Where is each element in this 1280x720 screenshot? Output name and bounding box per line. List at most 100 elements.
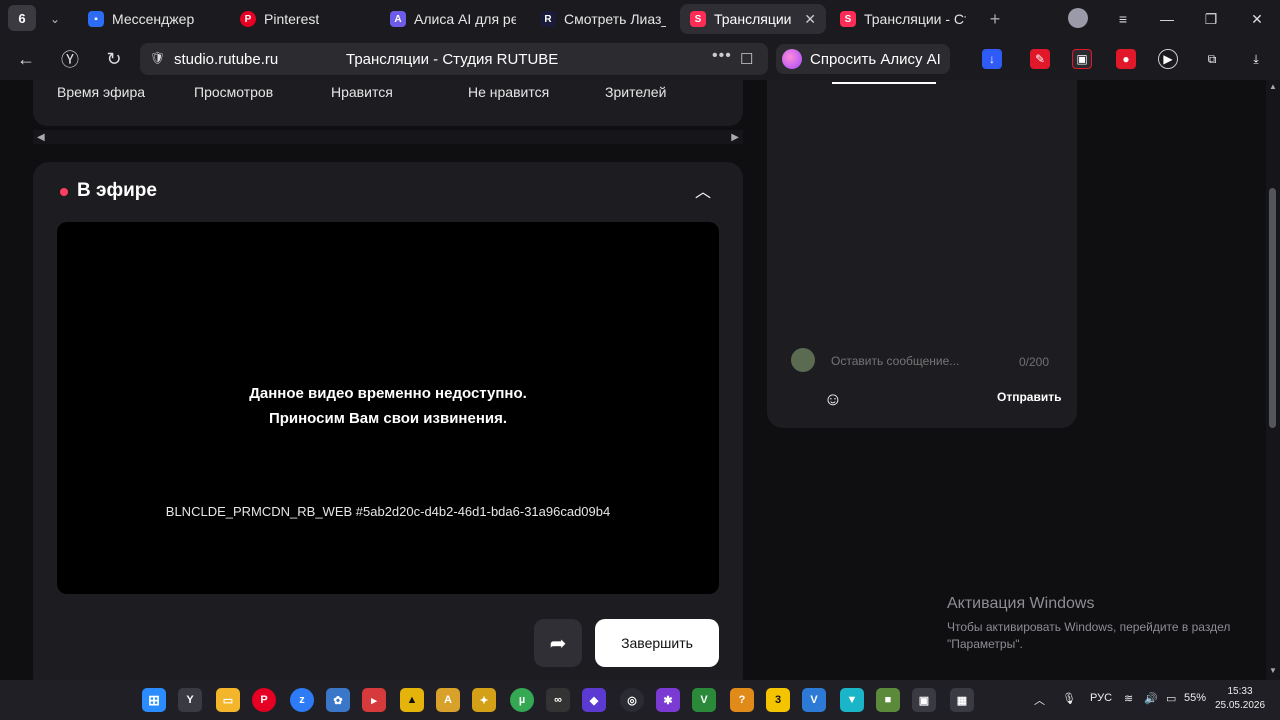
- scroll-right-arrow-icon[interactable]: ▶: [731, 132, 739, 143]
- yandex-logo-icon[interactable]: Ⓨ: [58, 48, 82, 70]
- calculator-icon[interactable]: ▦: [950, 688, 974, 712]
- close-window-icon[interactable]: ✕: [1246, 8, 1268, 30]
- app-yellow-icon[interactable]: 3: [766, 688, 790, 712]
- vertical-scrollbar[interactable]: ▲ ▼: [1266, 80, 1280, 680]
- tab-rutube-studio-active[interactable]: S Трансляции - С ✕: [680, 4, 826, 34]
- browser-toolbar: ← Ⓨ ↻ 🛡 studio.rutube.ru Трансляции - Ст…: [0, 38, 1280, 80]
- rutube-studio-icon: S: [690, 11, 706, 27]
- scroll-left-arrow-icon[interactable]: ◀: [37, 132, 45, 143]
- download-extension-icon[interactable]: ↓: [982, 49, 1002, 69]
- ask-alisa-button[interactable]: Спросить Алису AI: [776, 44, 950, 74]
- tab-counter-button[interactable]: 6: [8, 5, 36, 31]
- extension-red-icon[interactable]: ✎: [1030, 49, 1050, 69]
- chat-message-input[interactable]: [831, 354, 1001, 368]
- stat-header-viewers: Зрителей: [605, 84, 667, 100]
- file-explorer-icon[interactable]: ▭: [216, 688, 240, 712]
- horizontal-scrollbar[interactable]: ◀ ▶: [33, 130, 743, 144]
- scrollbar-thumb[interactable]: [1269, 188, 1276, 428]
- minimize-icon[interactable]: —: [1156, 8, 1178, 30]
- ask-alisa-label: Спросить Алису AI: [810, 50, 941, 68]
- finish-stream-button[interactable]: Завершить: [595, 619, 719, 667]
- extension-screenshot-icon[interactable]: ▣: [1072, 49, 1092, 69]
- windows-taskbar: ⊞ Y ▭ P z ✿ ▸ ▲ A ✦ µ ∞ ◆ ◎ ✱ V ? 3 V ▼ …: [0, 680, 1280, 720]
- tab-label: Pinterest: [264, 11, 320, 27]
- close-icon[interactable]: ✕: [804, 11, 816, 28]
- app-mask-icon[interactable]: ∞: [546, 688, 570, 712]
- windows-start-icon[interactable]: ⊞: [142, 688, 166, 712]
- tab-rutube-studio[interactable]: S Трансляции - Сту: [830, 4, 976, 34]
- utorrent-icon[interactable]: µ: [510, 688, 534, 712]
- alisa-icon: A: [390, 11, 406, 27]
- app-violet-icon[interactable]: ✱: [656, 688, 680, 712]
- player-error-message: Данное видео временно недоступно.: [249, 385, 527, 402]
- app-purple-icon[interactable]: ◆: [582, 688, 606, 712]
- tray-chevron-up-icon[interactable]: ︿: [1034, 692, 1045, 708]
- app-circle-icon[interactable]: ◎: [620, 688, 644, 712]
- new-tab-plus-icon[interactable]: +: [984, 8, 1006, 30]
- zoom-icon[interactable]: z: [290, 688, 314, 712]
- language-indicator[interactable]: РУС: [1090, 692, 1112, 704]
- wifi-icon[interactable]: ≋: [1124, 692, 1133, 705]
- alisa-taskbar-icon[interactable]: A: [436, 688, 460, 712]
- battery-icon[interactable]: ▭: [1166, 692, 1176, 705]
- app-blue-icon[interactable]: ✿: [326, 688, 350, 712]
- rutube-r-icon: R: [540, 11, 556, 27]
- system-clock[interactable]: 15:33 25.05.2026: [1210, 685, 1270, 713]
- tab-label: Трансляции - С: [714, 11, 792, 27]
- video-play-icon[interactable]: ▶: [1158, 49, 1178, 69]
- windows-activation-watermark: Активация Windows Чтобы активировать Win…: [947, 595, 1237, 653]
- share-button[interactable]: ➦: [534, 619, 582, 667]
- share-arrow-icon: ➦: [549, 632, 567, 655]
- app-visio-icon[interactable]: V: [802, 688, 826, 712]
- send-message-button[interactable]: Отправить: [997, 390, 1061, 404]
- profile-avatar[interactable]: [1068, 8, 1088, 28]
- restore-icon[interactable]: ❐: [1200, 8, 1222, 30]
- player-error-code: BLNCLDE_PRMCDN_RB_WEB #5ab2d20c-d4b2-46d…: [165, 504, 611, 519]
- volume-icon[interactable]: 🔊: [1144, 692, 1158, 705]
- tab-label: Алиса AI для реш: [414, 11, 516, 27]
- battery-percent: 55%: [1184, 692, 1207, 704]
- tab-alisa[interactable]: A Алиса AI для реш: [380, 4, 526, 34]
- chevron-up-icon[interactable]: ︿: [691, 178, 715, 202]
- pinterest-icon: P: [240, 11, 256, 27]
- extensions-icon[interactable]: ⧉: [1202, 49, 1222, 69]
- address-bar[interactable]: 🛡 studio.rutube.ru Трансляции - Студия R…: [140, 43, 768, 75]
- shield-icon[interactable]: 🛡: [150, 51, 165, 67]
- tab-rutube-watch[interactable]: R Смотреть Лиаз_I: [530, 4, 676, 34]
- back-arrow-icon[interactable]: ←: [14, 48, 38, 70]
- scroll-up-arrow-icon[interactable]: ▲: [1269, 82, 1277, 91]
- messenger-icon: ▪: [88, 11, 104, 27]
- tab-pinterest[interactable]: P Pinterest: [230, 4, 376, 34]
- video-player[interactable]: Данное видео временно недоступно. Принос…: [57, 222, 719, 594]
- yandex-browser-icon[interactable]: Y: [178, 688, 202, 712]
- app-orange-icon[interactable]: ?: [730, 688, 754, 712]
- stat-header-dislikes: Не нравится: [468, 84, 550, 100]
- app-red-icon[interactable]: ▸: [362, 688, 386, 712]
- chevron-down-icon[interactable]: ⌄: [44, 9, 66, 29]
- rutube-studio-icon: S: [840, 11, 856, 27]
- stats-card: Время эфира Просмотров Нравится Не нрави…: [33, 80, 743, 126]
- menu-icon[interactable]: ≡: [1112, 8, 1134, 30]
- downloads-icon[interactable]: ⤓: [1246, 49, 1266, 69]
- emoji-icon[interactable]: ☺: [822, 388, 844, 410]
- stat-header-likes: Нравится: [331, 84, 393, 100]
- tab-label: Смотреть Лиаз_I: [564, 11, 666, 27]
- warning-app-icon[interactable]: ▲: [400, 688, 424, 712]
- shield-app-icon[interactable]: ▼: [840, 688, 864, 712]
- tab-messenger[interactable]: ▪ Мессенджер: [78, 4, 224, 34]
- app-gold-icon[interactable]: ✦: [472, 688, 496, 712]
- more-dots-icon[interactable]: •••: [712, 47, 732, 65]
- video-recorder-icon[interactable]: ●: [1116, 49, 1136, 69]
- app-window-icon[interactable]: ▣: [912, 688, 936, 712]
- player-apology-message: Приносим Вам свои извинения.: [268, 410, 508, 427]
- activation-subtitle: Чтобы активировать Windows, перейдите в …: [947, 620, 1231, 651]
- pinterest-icon[interactable]: P: [252, 688, 276, 712]
- scroll-down-arrow-icon[interactable]: ▼: [1269, 666, 1277, 675]
- clock-time: 15:33: [1227, 686, 1253, 697]
- reload-icon[interactable]: ↻: [102, 48, 126, 70]
- minecraft-icon[interactable]: ■: [876, 688, 900, 712]
- microphone-icon[interactable]: 🎙: [1062, 692, 1076, 705]
- live-indicator-dot: [60, 188, 68, 196]
- bookmark-icon[interactable]: ☐: [740, 50, 753, 68]
- app-green-v-icon[interactable]: V: [692, 688, 716, 712]
